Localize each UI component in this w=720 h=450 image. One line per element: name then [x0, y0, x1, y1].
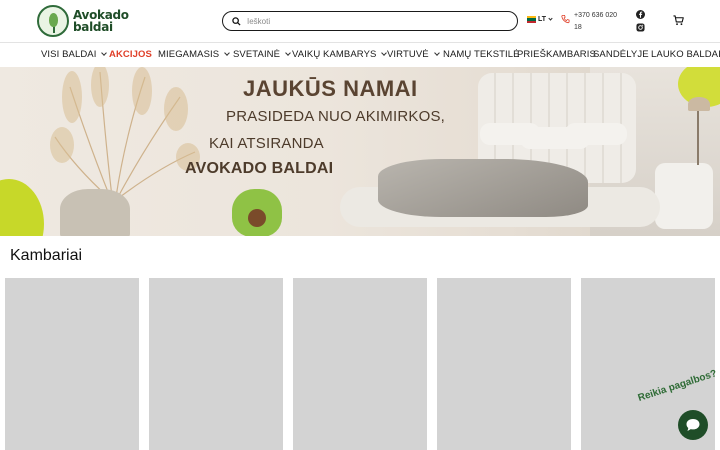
avocado-tree-icon [37, 5, 69, 37]
chat-bubble-icon [686, 419, 700, 431]
social-links [636, 10, 645, 32]
site-header: Avokado baldai LT +370 636 020 18 [0, 0, 720, 42]
lithuania-flag-icon [527, 16, 536, 23]
nav-item-akcijos[interactable]: AKCIJOS [109, 49, 152, 60]
brand-name-line2: baldai [73, 20, 113, 34]
chevron-down-icon [101, 50, 108, 56]
language-selector[interactable]: LT [527, 15, 553, 23]
room-card[interactable] [5, 278, 139, 450]
main-nav: VISI BALDAI AKCIJOS MIEGAMASIS SVETAINĖ … [0, 43, 720, 67]
hero-brand-line: AVOKADO BALDAI [185, 160, 334, 177]
room-card[interactable] [293, 278, 427, 450]
section-title: Kambariai [10, 247, 83, 264]
phone-number: +370 636 020 18 [574, 12, 618, 31]
pillow-illustration [565, 123, 627, 145]
nav-item-prieskambaris[interactable]: PRIEŠKAMBARIS [517, 49, 596, 60]
room-card[interactable] [149, 278, 283, 450]
search-input[interactable] [247, 16, 497, 26]
chevron-down-icon [285, 50, 291, 56]
search-icon [232, 16, 241, 26]
blanket-illustration [378, 159, 588, 217]
phone-icon [561, 14, 570, 24]
nav-item-visi-baldai[interactable]: VISI BALDAI [41, 49, 108, 60]
language-code: LT [538, 16, 547, 23]
nav-item-miegamasis[interactable]: MIEGAMASIS [158, 49, 231, 60]
hero-subline-2: KAI ATSIRANDA [209, 135, 324, 152]
brand-logo[interactable]: Avokado baldai [37, 5, 129, 37]
chevron-down-icon [433, 50, 440, 56]
room-card[interactable] [437, 278, 571, 450]
nav-item-svetaine[interactable]: SVETAINĖ [233, 49, 291, 60]
nav-item-namu-tekstile[interactable]: NAMŲ TEKSTILĖ [443, 49, 520, 60]
vase-illustration [60, 189, 130, 236]
lamp-illustration [697, 107, 699, 165]
nav-item-vaiku-kambarys[interactable]: VAIKŲ KAMBARYS [292, 49, 388, 60]
chat-button[interactable] [678, 410, 708, 440]
facebook-icon[interactable] [636, 10, 645, 19]
hero-headline: JAUKŪS NAMAI [243, 76, 418, 101]
cart-icon[interactable] [673, 15, 684, 26]
chevron-down-icon [224, 50, 231, 56]
avocado-plush-illustration [232, 189, 282, 236]
nightstand-illustration [655, 163, 713, 229]
nav-item-lauko-baldai[interactable]: LAUKO BALDAI [651, 49, 720, 60]
chevron-down-icon [548, 15, 553, 21]
decorative-blob [0, 179, 44, 236]
lamp-shade-illustration [688, 97, 710, 111]
nav-item-sandelyje[interactable]: SANDĖLYJE [593, 49, 649, 60]
search-bar[interactable] [222, 11, 518, 31]
hero-subline-1: PRASIDEDA NUO AKIMIRKOS, [226, 108, 446, 125]
phone-contact[interactable]: +370 636 020 18 [561, 10, 624, 34]
nav-item-virtuve[interactable]: VIRTUVĖ [387, 49, 440, 60]
instagram-icon[interactable] [636, 23, 645, 32]
